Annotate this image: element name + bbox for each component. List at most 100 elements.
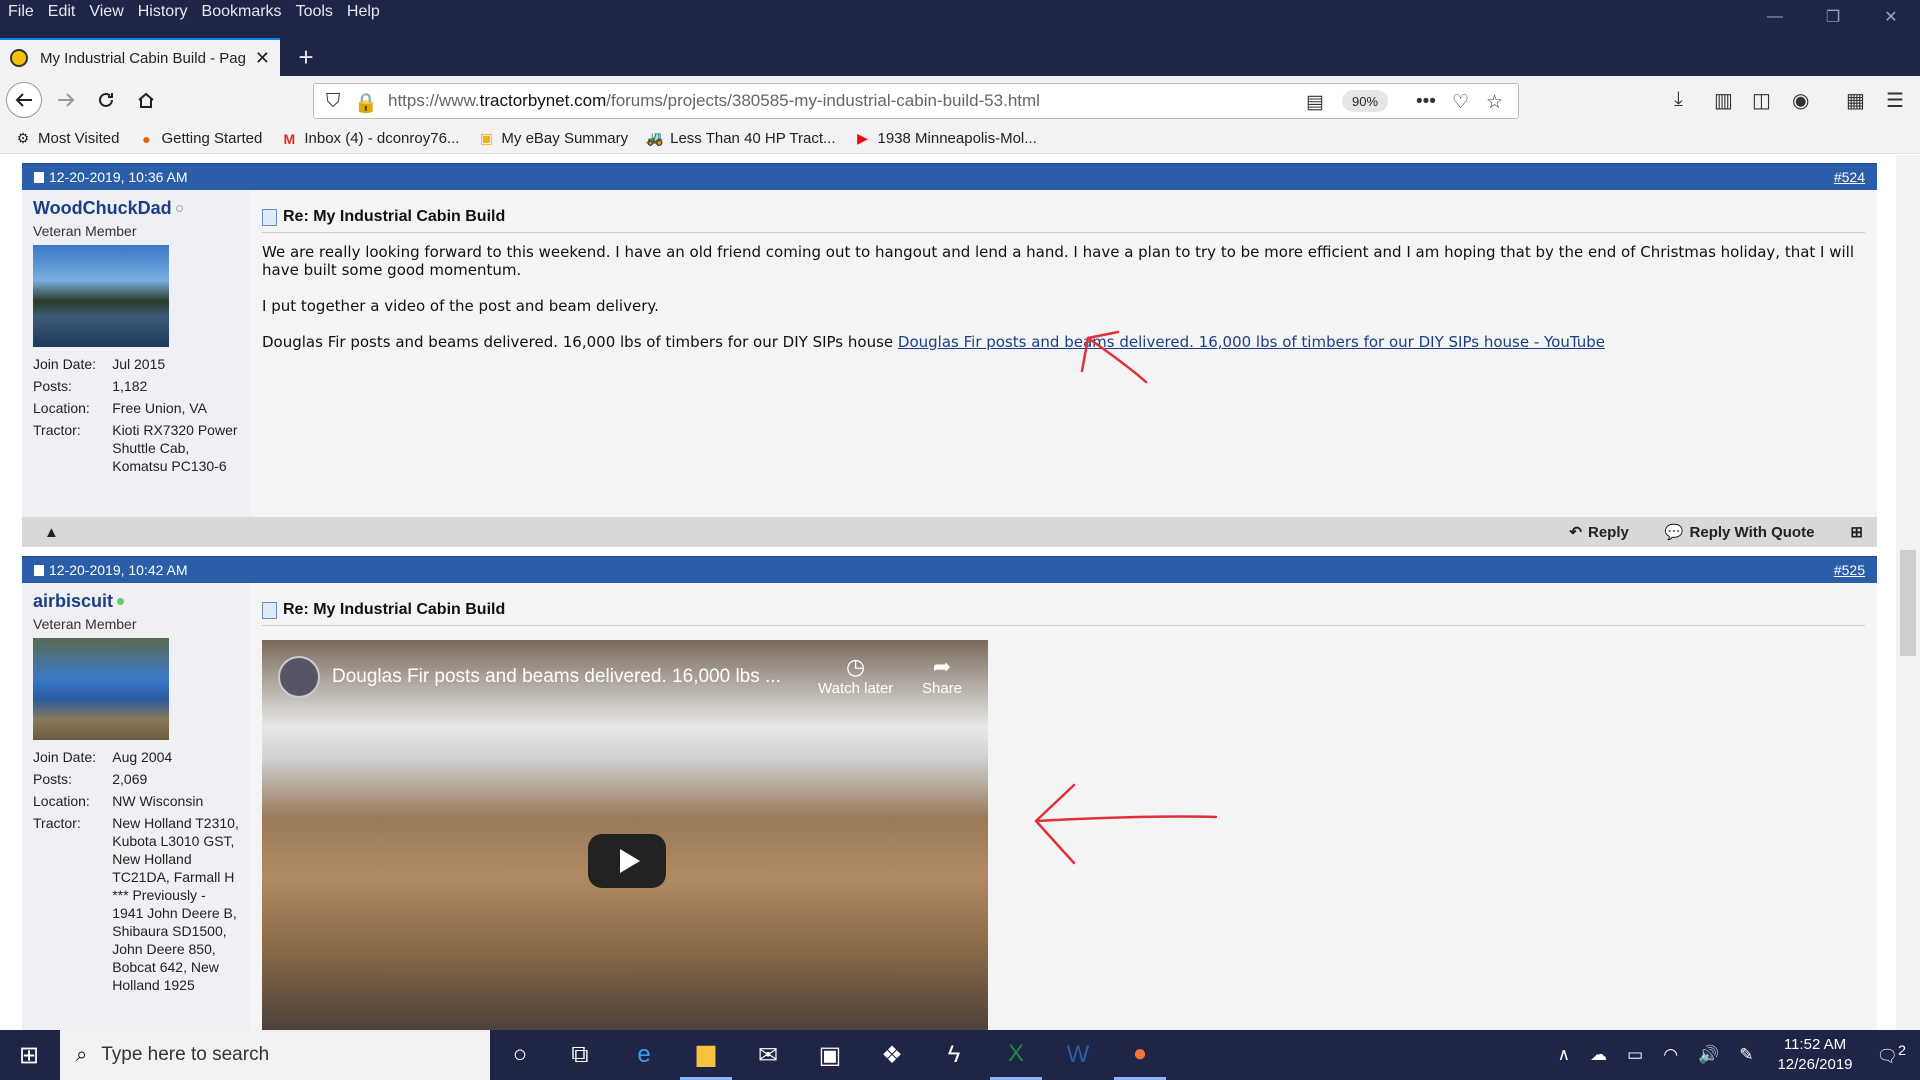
sidebar-icon[interactable]: ◫ xyxy=(1752,88,1771,113)
address-bar[interactable]: ⛉ 🔒 https://www.tractorbynet.com/forums/… xyxy=(313,83,1519,119)
bookmark-youtube[interactable]: ▶ 1938 Minneapolis-Mol... xyxy=(854,130,1037,147)
close-window-button[interactable]: ✕ xyxy=(1862,0,1920,34)
taskbar-clock[interactable]: 11:52 AM 12/26/2019 xyxy=(1777,1035,1852,1075)
excel-taskbar-button[interactable]: X xyxy=(990,1030,1042,1080)
forum-post: 12-20-2019, 10:36 AM #524 WoodChuckDad V… xyxy=(22,163,1877,547)
pen-icon[interactable]: ✎ xyxy=(1739,1045,1753,1065)
back-button[interactable] xyxy=(6,82,42,118)
user-title: Veteran Member xyxy=(33,616,137,632)
channel-avatar[interactable] xyxy=(278,656,320,698)
scrollbar-thumb[interactable] xyxy=(1900,550,1916,656)
task-view-button[interactable]: ⧉ xyxy=(554,1030,606,1080)
multiquote-button[interactable]: ⊞ xyxy=(1850,523,1863,541)
hamburger-menu-icon[interactable]: ☰ xyxy=(1886,88,1904,113)
new-tab-button[interactable]: + xyxy=(288,40,324,74)
downloads-icon[interactable]: ⤓ xyxy=(1674,88,1683,111)
menu-edit[interactable]: Edit xyxy=(48,3,76,21)
action-center-button[interactable]: 🗨2 xyxy=(1877,1043,1906,1067)
menu-tools[interactable]: Tools xyxy=(296,3,333,21)
username[interactable]: airbiscuit xyxy=(33,591,113,612)
annotation-arrow-icon xyxy=(1034,783,1218,865)
folder-icon: ▆ xyxy=(696,1040,716,1067)
navigation-toolbar: ⛉ 🔒 https://www.tractorbynet.com/forums/… xyxy=(0,76,1920,124)
avatar[interactable] xyxy=(33,245,169,347)
page-actions-icon[interactable]: ••• xyxy=(1416,91,1436,113)
play-button[interactable] xyxy=(588,834,666,888)
taskbar-search-box[interactable]: ⌕ Type here to search xyxy=(60,1030,490,1080)
info-key: Location: xyxy=(33,793,90,809)
volume-icon[interactable]: 🔊 xyxy=(1698,1045,1719,1065)
home-button[interactable] xyxy=(128,82,164,118)
restore-button[interactable]: ❐ xyxy=(1804,0,1862,34)
wifi-icon[interactable]: ◠ xyxy=(1663,1045,1678,1065)
username-link[interactable]: airbiscuit xyxy=(33,591,239,612)
menu-file[interactable]: File xyxy=(8,3,34,21)
bookmark-getting-started[interactable]: ● Getting Started xyxy=(137,130,262,147)
dropbox-taskbar-button[interactable]: ❖ xyxy=(866,1030,918,1080)
battery-icon[interactable]: ▭ xyxy=(1627,1045,1643,1065)
info-value: New Holland T2310, Kubota L3010 GST, New… xyxy=(112,815,239,993)
bookmark-most-visited[interactable]: ⚙ Most Visited xyxy=(14,130,120,147)
forum-post: 12-20-2019, 10:42 AM #525 airbiscuit Vet… xyxy=(22,556,1877,1030)
menu-view[interactable]: View xyxy=(89,3,123,21)
quote-label: Reply With Quote xyxy=(1689,523,1815,541)
account-icon[interactable]: ◉ xyxy=(1792,88,1809,113)
extensions-icon[interactable]: ▦ xyxy=(1846,88,1865,113)
video-title[interactable]: Douglas Fir posts and beams delivered. 1… xyxy=(332,666,781,688)
clock-icon: ◷ xyxy=(846,654,866,679)
show-hidden-icons-chevron-icon[interactable]: ∧ xyxy=(1558,1045,1570,1065)
onedrive-icon[interactable]: ☁ xyxy=(1590,1045,1607,1065)
post-number-link[interactable]: #524 xyxy=(1834,169,1865,185)
pocket-icon[interactable]: ♡ xyxy=(1452,91,1469,114)
tab-close-icon[interactable]: ✕ xyxy=(255,48,270,69)
forward-button[interactable] xyxy=(48,82,84,118)
windows-start-button[interactable]: ⊞ xyxy=(0,1030,58,1080)
store-taskbar-button[interactable]: ▣ xyxy=(804,1030,856,1080)
report-warning-icon[interactable]: ▲ xyxy=(44,524,59,541)
reader-view-icon[interactable]: ▤ xyxy=(1306,91,1324,114)
firefox-taskbar-button[interactable]: ● xyxy=(1114,1030,1166,1080)
bookmark-star-icon[interactable]: ☆ xyxy=(1486,91,1503,114)
watch-later-button[interactable]: ◷ Watch later xyxy=(818,654,893,697)
username-link[interactable]: WoodChuckDad xyxy=(33,198,239,219)
post-paragraph: We are really looking forward to this we… xyxy=(262,243,1855,279)
minimize-button[interactable]: — xyxy=(1746,0,1804,34)
bookmark-tractor[interactable]: 🚜 Less Than 40 HP Tract... xyxy=(646,130,835,147)
word-taskbar-button[interactable]: W xyxy=(1052,1030,1104,1080)
reload-button[interactable] xyxy=(88,82,124,118)
zoom-level-badge[interactable]: 90% xyxy=(1342,90,1388,112)
avatar[interactable] xyxy=(33,638,169,740)
post-number-link[interactable]: #525 xyxy=(1834,562,1865,578)
url-text[interactable]: https://www.tractorbynet.com/forums/proj… xyxy=(388,91,1040,111)
reply-button[interactable]: ↶ Reply xyxy=(1569,523,1628,542)
browser-tab[interactable]: My Industrial Cabin Build - Pag ✕ xyxy=(0,38,280,76)
quote-bubble-icon: 💬 xyxy=(1664,524,1684,541)
library-icon[interactable]: ▥ xyxy=(1714,88,1733,113)
youtube-video-embed[interactable]: Douglas Fir posts and beams delivered. 1… xyxy=(262,640,988,1030)
mail-taskbar-button[interactable]: ✉ xyxy=(742,1030,794,1080)
page-scrollbar[interactable] xyxy=(1896,155,1920,1030)
youtube-link[interactable]: Douglas Fir posts and beams delivered. 1… xyxy=(898,333,1605,351)
lock-warning-icon[interactable]: 🔒 xyxy=(354,91,378,115)
app-taskbar-button[interactable]: ϟ xyxy=(928,1030,980,1080)
cortana-button[interactable]: ○ xyxy=(494,1030,546,1080)
info-key: Join Date: xyxy=(33,356,97,372)
menu-history[interactable]: History xyxy=(138,3,188,21)
menu-help[interactable]: Help xyxy=(347,3,380,21)
username[interactable]: WoodChuckDad xyxy=(33,198,172,219)
post-text: Douglas Fir posts and beams delivered. 1… xyxy=(262,333,894,351)
reply-with-quote-button[interactable]: 💬 Reply With Quote xyxy=(1664,523,1815,542)
share-button[interactable]: ➦ Share xyxy=(922,654,962,697)
bookmark-ebay[interactable]: ▣ My eBay Summary xyxy=(477,130,628,147)
file-explorer-taskbar-button[interactable]: ▆ xyxy=(680,1030,732,1080)
document-icon xyxy=(262,208,277,226)
menu-bookmarks[interactable]: Bookmarks xyxy=(202,3,282,21)
tractor-row: Tractor: New Holland T2310, Kubota L3010 … xyxy=(33,814,239,994)
reply-arrow-icon: ↶ xyxy=(1569,524,1582,541)
bookmark-label: Getting Started xyxy=(161,130,263,147)
shield-icon[interactable]: ⛉ xyxy=(326,91,340,113)
bookmark-inbox[interactable]: M Inbox (4) - dconroy76... xyxy=(280,130,460,147)
browser-title-bar: File Edit View History Bookmarks Tools H… xyxy=(0,0,1920,76)
edge-taskbar-button[interactable]: e xyxy=(618,1030,670,1080)
home-icon xyxy=(138,92,154,108)
